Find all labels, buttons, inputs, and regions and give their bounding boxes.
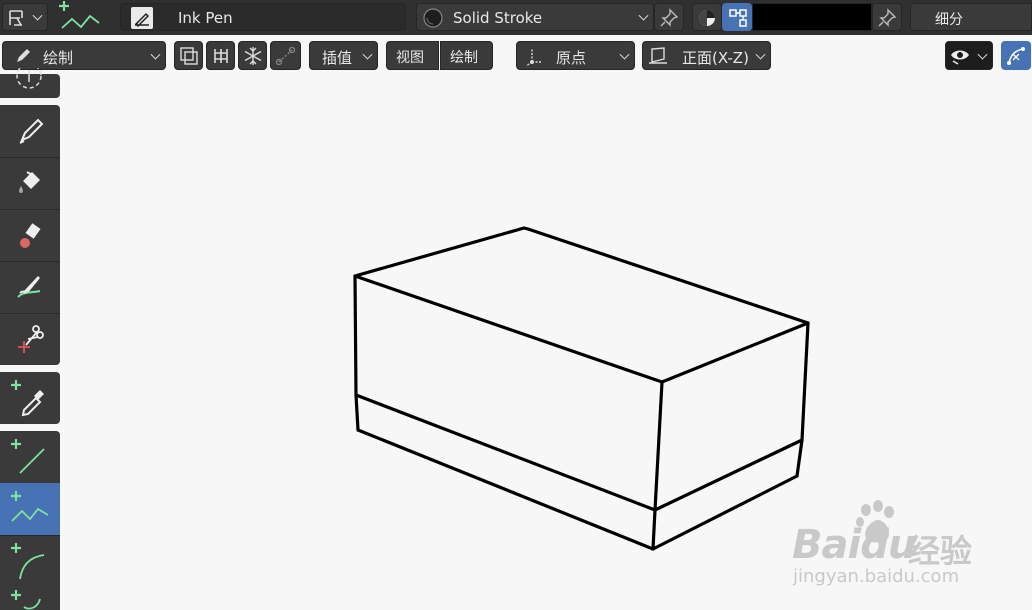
box-front-left-edge-stroke bbox=[353, 274, 360, 432]
box-base-line-stroke bbox=[354, 393, 657, 512]
grease-pencil-editor-icon bbox=[6, 7, 28, 29]
box-top-face-stroke bbox=[353, 226, 810, 384]
eraser-icon bbox=[14, 219, 46, 251]
pin-button[interactable] bbox=[654, 3, 684, 31]
eyedropper-icon bbox=[10, 378, 50, 418]
curve-icon bbox=[10, 587, 50, 610]
box-right-bottom-stroke bbox=[651, 474, 799, 551]
arc-tool-button[interactable] bbox=[0, 535, 60, 587]
erase-tool-button[interactable] bbox=[0, 209, 60, 261]
subdivide-label: 细分 bbox=[935, 12, 963, 28]
snowflake-icon bbox=[242, 45, 264, 67]
primitives-group bbox=[0, 431, 60, 610]
eyedropper-group bbox=[0, 372, 60, 424]
view-menu-label: 视图 bbox=[396, 50, 424, 66]
mode-dropdown[interactable]: 绘制 bbox=[2, 41, 166, 70]
material-selector[interactable]: Solid Stroke bbox=[416, 3, 654, 31]
tint-brush-icon bbox=[14, 271, 46, 303]
chevron-down-icon bbox=[150, 49, 161, 60]
edit-lines-button[interactable] bbox=[206, 41, 235, 70]
chevron-down-icon bbox=[362, 49, 373, 60]
draw-tools-group bbox=[0, 105, 60, 365]
arc-icon bbox=[10, 541, 50, 581]
cutter-tool-button[interactable] bbox=[0, 313, 60, 365]
color-mode-icon bbox=[696, 7, 718, 29]
mode-label: 绘制 bbox=[43, 49, 74, 67]
box-right-edge-stroke bbox=[795, 321, 810, 478]
multiframe-icon bbox=[178, 45, 200, 67]
chevron-down-icon bbox=[638, 10, 649, 21]
box-center-vertical-stroke bbox=[651, 380, 664, 551]
chevron-down-icon bbox=[619, 49, 630, 60]
fill-tool-button[interactable] bbox=[0, 157, 60, 209]
curve-tool-button[interactable] bbox=[0, 587, 60, 610]
polyline-tool-button[interactable] bbox=[0, 483, 60, 535]
origin-label: 原点 bbox=[556, 49, 587, 67]
box-right-base-stroke bbox=[653, 438, 804, 512]
editor-type-dropdown[interactable] bbox=[2, 3, 48, 31]
snap-button[interactable] bbox=[238, 41, 267, 70]
chevron-down-icon bbox=[755, 49, 766, 60]
brush-name: Ink Pen bbox=[178, 9, 233, 27]
pencil-icon bbox=[13, 46, 33, 66]
brush-selector[interactable]: Ink Pen bbox=[120, 3, 406, 31]
pin-color-button[interactable] bbox=[872, 3, 902, 31]
cursor-icon[interactable] bbox=[8, 68, 48, 98]
vertex-color-mode-button[interactable] bbox=[692, 3, 722, 31]
draw-tool-button[interactable] bbox=[0, 105, 60, 157]
gizmo-toggle-button[interactable] bbox=[1001, 41, 1031, 70]
visibility-dropdown[interactable] bbox=[945, 41, 993, 70]
origin-axes-icon bbox=[523, 45, 545, 67]
line-tool-button[interactable] bbox=[0, 431, 60, 483]
draw-menu-label: 绘制 bbox=[450, 50, 478, 66]
tint-tool-button[interactable] bbox=[0, 261, 60, 313]
eyedropper-tool-button[interactable] bbox=[0, 372, 60, 424]
pin-icon bbox=[658, 7, 680, 29]
box-front-bottom-stroke bbox=[356, 428, 655, 551]
pin-icon bbox=[876, 7, 898, 29]
material-name: Solid Stroke bbox=[453, 9, 543, 27]
chevron-down-icon bbox=[32, 10, 43, 21]
plane-dropdown[interactable]: 正面(X-Z) bbox=[642, 41, 771, 70]
gizmo-icon bbox=[1005, 45, 1027, 67]
origin-dropdown[interactable]: 原点 bbox=[516, 41, 635, 70]
view-menu[interactable]: 视图 bbox=[386, 41, 439, 70]
pencil-draw-icon bbox=[14, 115, 46, 147]
subdivide-panel[interactable]: 细分 bbox=[910, 3, 1032, 31]
plane-label: 正面(X-Z) bbox=[682, 49, 749, 67]
eye-icon bbox=[949, 45, 973, 67]
vertex-group-icon bbox=[727, 7, 749, 29]
material-sphere-icon bbox=[422, 7, 444, 29]
multiframe-button[interactable] bbox=[174, 41, 203, 70]
proportional-button[interactable] bbox=[270, 41, 301, 70]
polyline-icon bbox=[10, 489, 50, 529]
edit-lines-icon bbox=[210, 45, 232, 67]
polyline-tool-header-icon[interactable] bbox=[58, 0, 104, 34]
watermark-url: jingyan.baidu.com bbox=[793, 566, 960, 587]
ink-pen-brush-icon bbox=[131, 7, 153, 29]
chevron-down-icon bbox=[977, 49, 988, 60]
line-icon bbox=[10, 437, 50, 477]
interpolate-dropdown[interactable]: 插值 bbox=[309, 41, 378, 70]
paw-logo-icon bbox=[852, 498, 900, 546]
color-swatch[interactable] bbox=[752, 3, 872, 31]
paint-bucket-icon bbox=[14, 167, 46, 199]
proportional-edit-icon bbox=[275, 45, 297, 67]
scissors-icon bbox=[14, 323, 46, 355]
color-attribute-button[interactable] bbox=[722, 3, 752, 31]
draw-menu[interactable]: 绘制 bbox=[440, 41, 493, 70]
interpolate-label: 插值 bbox=[322, 49, 353, 67]
toolbar-top-fragment bbox=[0, 68, 60, 98]
front-plane-icon bbox=[647, 45, 669, 67]
